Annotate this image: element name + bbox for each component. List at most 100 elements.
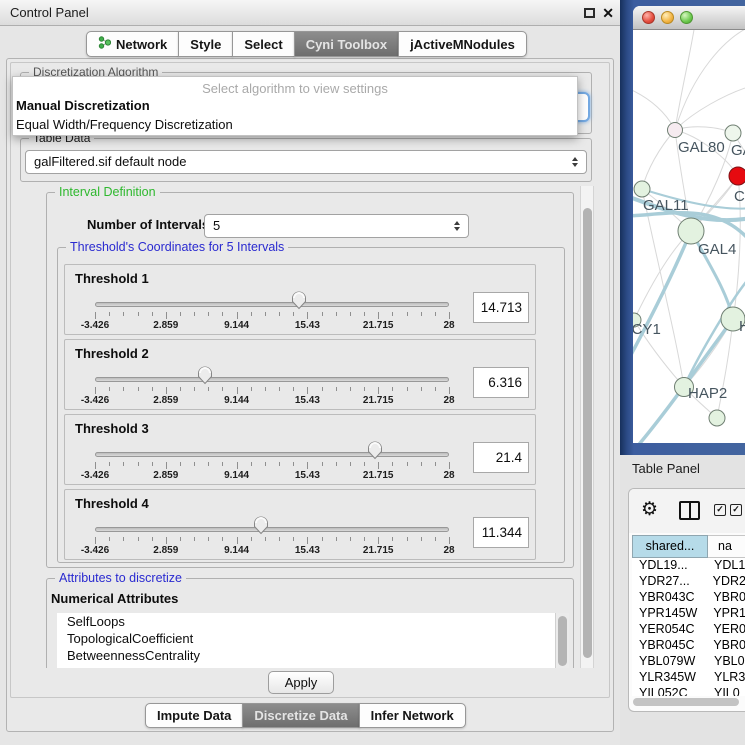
threshold-4-slider-thumb[interactable] xyxy=(253,516,269,535)
table-row[interactable]: YBL079WYBL0 xyxy=(632,654,745,670)
control-panel-title: Control Panel xyxy=(10,5,89,20)
threshold-2-label: Threshold 2 xyxy=(75,346,149,361)
tab-style[interactable]: Style xyxy=(178,31,233,57)
settings-scrollbar-thumb[interactable] xyxy=(583,208,592,658)
number-of-intervals-label: Number of Intervals xyxy=(87,217,209,232)
table-row[interactable]: YBR043CYBR0 xyxy=(632,590,745,606)
table-row[interactable]: YER054CYER0 xyxy=(632,622,745,638)
float-window-icon[interactable] xyxy=(584,8,595,18)
threshold-4-slider-track[interactable] xyxy=(95,527,449,532)
table-horizontal-scrollbar-thumb[interactable] xyxy=(633,698,739,706)
network-window-titlebar[interactable] xyxy=(633,6,745,30)
threshold-1-slider-track[interactable] xyxy=(95,302,449,307)
tick-label: 15.43 xyxy=(295,545,320,556)
apply-button[interactable]: Apply xyxy=(268,671,334,694)
thresholds-group-label: Threshold's Coordinates for 5 Intervals xyxy=(66,240,288,254)
interval-definition-group: Interval Definition Number of Intervals … xyxy=(46,192,574,568)
table-panel-title: Table Panel xyxy=(632,461,700,476)
network-node[interactable] xyxy=(634,181,650,197)
network-node[interactable] xyxy=(668,123,683,138)
table-row[interactable]: YLR345WYLR3 xyxy=(632,670,745,686)
tick-label: 21.715 xyxy=(363,545,394,556)
threshold-3-slider-track[interactable] xyxy=(95,452,449,457)
algorithm-dropdown-popup: Select algorithm to view settings Manual… xyxy=(12,76,578,136)
right-panel: GAL80GACGAL11GAL4GCY1HHAP2 Table Panel ⚙… xyxy=(620,0,745,745)
number-of-intervals-combobox[interactable]: 5 xyxy=(204,214,469,238)
tab-infer-network[interactable]: Infer Network xyxy=(359,703,466,728)
attributes-scrollbar[interactable] xyxy=(555,613,569,668)
threshold-3-value-field[interactable]: 21.4 xyxy=(473,442,529,473)
cyni-bottom-tabs: Impute DataDiscretize DataInfer Network xyxy=(146,703,466,728)
tick-label: -3.426 xyxy=(81,320,109,331)
network-edge xyxy=(675,30,695,130)
table-row[interactable]: YBR045CYBR0 xyxy=(632,638,745,654)
threshold-4-panel: Threshold 4 -3.4262.8599.14415.4321.7152… xyxy=(64,489,536,560)
threshold-2-value-field[interactable]: 6.316 xyxy=(473,367,529,398)
tab-discretize-data[interactable]: Discretize Data xyxy=(242,703,359,728)
minimize-traffic-light-icon[interactable] xyxy=(661,11,674,24)
tab-select[interactable]: Select xyxy=(232,31,294,57)
network-canvas[interactable]: GAL80GACGAL11GAL4GCY1HHAP2 xyxy=(633,30,745,443)
checkbox-icon[interactable]: ✓ xyxy=(714,504,726,516)
network-icon xyxy=(98,36,111,52)
threshold-1-slider-thumb[interactable] xyxy=(291,291,307,310)
network-edge xyxy=(675,127,733,133)
popup-item-equal-width-frequency[interactable]: Equal Width/Frequency Discretization xyxy=(13,115,577,134)
tick-label: 15.43 xyxy=(295,470,320,481)
node-label: GAL11 xyxy=(643,197,689,214)
tick-label: 9.144 xyxy=(224,395,249,406)
control-panel-tabs: NetworkStyleSelectCyni ToolboxjActiveMNo… xyxy=(87,31,527,57)
network-node[interactable] xyxy=(709,410,725,426)
threshold-2-slider-track[interactable] xyxy=(95,377,449,382)
tick-label: 9.144 xyxy=(224,470,249,481)
network-graph: GAL80GACGAL11GAL4GCY1HHAP2 xyxy=(633,30,745,443)
table-row[interactable]: YPR145WYPR1 xyxy=(632,606,745,622)
tab-impute-data[interactable]: Impute Data xyxy=(145,703,243,728)
network-edge xyxy=(684,276,745,387)
threshold-1-value-field[interactable]: 14.713 xyxy=(473,292,529,323)
column-header-shared[interactable]: shared... xyxy=(632,535,708,558)
network-node[interactable] xyxy=(729,167,745,185)
tick-label: 28 xyxy=(443,395,454,406)
tick-label: 2.859 xyxy=(153,320,178,331)
popup-item-manual-discretization[interactable]: Manual Discretization xyxy=(13,96,577,115)
split-pane-icon[interactable] xyxy=(679,501,700,520)
table-data-group: Table Data galFiltered.sif default node xyxy=(20,138,592,182)
list-item-betweennesscentrality[interactable]: BetweennessCentrality xyxy=(57,647,569,664)
tick-label: 28 xyxy=(443,320,454,331)
tab-cyni-toolbox[interactable]: Cyni Toolbox xyxy=(294,31,399,57)
threshold-4-value-field[interactable]: 11.344 xyxy=(473,517,529,548)
table-row[interactable]: YDL19...YDL1 xyxy=(632,558,745,574)
table-toolbar: ⚙ ✓ ✓ xyxy=(629,489,745,533)
close-icon[interactable]: ✕ xyxy=(602,5,614,21)
tick-label: 9.144 xyxy=(224,320,249,331)
interval-definition-label: Interval Definition xyxy=(55,186,160,199)
list-item-topologicalcoefficient[interactable]: TopologicalCoefficient xyxy=(57,630,569,647)
list-item-selfloops[interactable]: SelfLoops xyxy=(57,613,569,630)
network-edge xyxy=(634,231,691,320)
tick-label: 21.715 xyxy=(363,320,394,331)
gear-icon[interactable]: ⚙ xyxy=(641,498,658,522)
threshold-3-slider-thumb[interactable] xyxy=(367,441,383,460)
node-label: GAL4 xyxy=(698,241,736,258)
numerical-attributes-list: SelfLoopsTopologicalCoefficientBetweenne… xyxy=(57,613,569,668)
column-header-name[interactable]: na xyxy=(708,535,745,558)
settings-scrollbar[interactable] xyxy=(580,186,594,668)
close-traffic-light-icon[interactable] xyxy=(642,11,655,24)
attributes-scrollbar-thumb[interactable] xyxy=(558,616,567,666)
control-panel: Control Panel ✕ NetworkStyleSelectCyni T… xyxy=(0,0,620,745)
zoom-traffic-light-icon[interactable] xyxy=(680,11,693,24)
checkbox-icon[interactable]: ✓ xyxy=(730,504,742,516)
network-edge xyxy=(717,319,733,418)
tab-jactivemnodules[interactable]: jActiveMNodules xyxy=(398,31,527,57)
table-row[interactable]: YIL052CYIL0 xyxy=(632,686,745,696)
threshold-2-slider-thumb[interactable] xyxy=(197,366,213,385)
network-edge xyxy=(633,88,675,130)
network-node[interactable] xyxy=(725,125,741,141)
algorithm-hint: Select algorithm to view settings xyxy=(13,77,577,96)
tab-network[interactable]: Network xyxy=(86,31,179,57)
table-row[interactable]: YDR27...YDR2 xyxy=(632,574,745,590)
network-edge xyxy=(642,130,675,189)
table-data-combobox[interactable]: galFiltered.sif default node xyxy=(25,150,587,174)
table-panel-card: ⚙ ✓ ✓ shared... na YDL19...YDL1YDR27...Y… xyxy=(628,488,745,712)
